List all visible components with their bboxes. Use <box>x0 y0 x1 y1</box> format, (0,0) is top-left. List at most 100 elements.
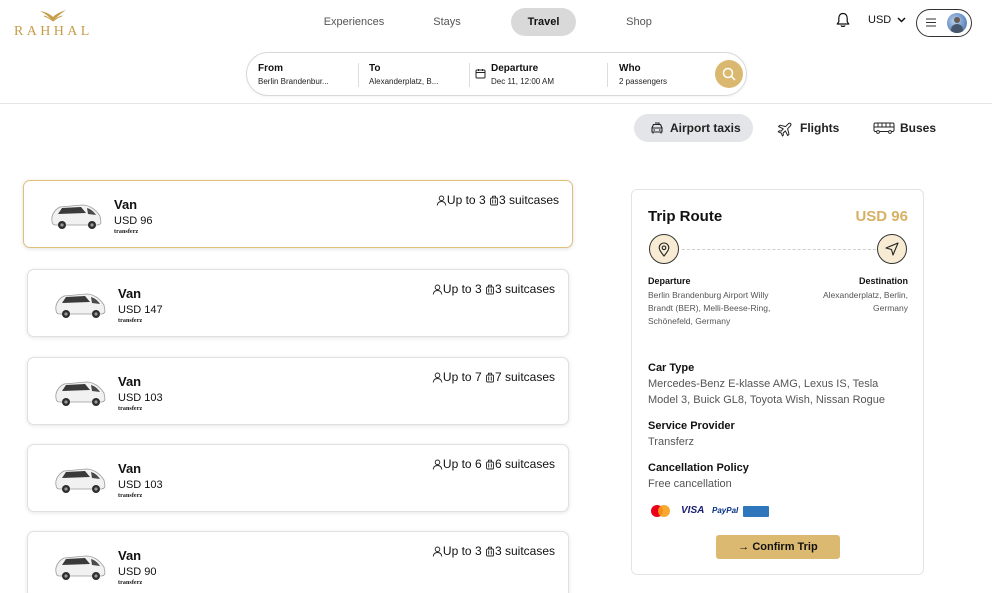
bus-icon <box>873 122 895 134</box>
tab-buses[interactable]: Buses <box>862 114 942 142</box>
from-value: Berlin Brandenbur... <box>258 77 329 86</box>
nav-travel[interactable]: Travel <box>511 8 576 36</box>
departure-label: Departure <box>648 276 691 286</box>
result-price: USD 96 <box>114 215 153 227</box>
from-label: From <box>258 63 283 74</box>
van-image <box>55 381 106 406</box>
from-field[interactable]: From Berlin Brandenbur... <box>258 63 358 87</box>
result-price: USD 103 <box>118 392 163 404</box>
van-image <box>55 555 106 580</box>
result-card-3[interactable]: Van USD 103 transferz Up to 7 7 suitcase… <box>27 357 569 425</box>
confirm-trip-button[interactable]: → Confirm Trip <box>716 535 840 559</box>
paypal-icon: PayPal <box>712 506 739 515</box>
rahhal-logo[interactable]: RAHHAL <box>14 8 94 40</box>
result-card-5[interactable]: Van USD 90 transferz Up to 3 3 suitcases <box>27 531 569 593</box>
provider-logo: transferz <box>118 318 143 324</box>
capacity-text: Up to 3 <box>442 544 482 558</box>
luggage-text: 3 suitcases <box>494 544 555 558</box>
luggage-text: 3 suitcases <box>498 193 559 207</box>
search-icon <box>722 67 736 81</box>
cancellation-policy-value: Free cancellation <box>648 478 732 490</box>
service-provider-value: Transferz <box>648 436 695 448</box>
to-field[interactable]: To Alexanderplatz, B... <box>369 63 469 87</box>
van-image <box>55 293 106 318</box>
departure-value: Dec 11, 12:00 AM <box>491 77 554 86</box>
header: RAHHAL Experiences Stays Travel Shop USD… <box>0 0 992 104</box>
trip-title: Trip Route <box>648 208 723 225</box>
chevron-down-icon <box>897 17 906 23</box>
result-card-1[interactable]: Van USD 96 transferz Up to 3 3 suitcases <box>23 180 573 248</box>
suitcase-icon <box>486 372 494 383</box>
suitcase-icon <box>486 284 494 295</box>
suitcase-icon <box>490 195 498 206</box>
van-image <box>55 468 106 493</box>
taxi-icon <box>651 122 663 134</box>
suitcase-icon <box>486 459 494 470</box>
departure-address: Berlin Brandenburg Airport Willy Brandt … <box>648 290 771 326</box>
result-capacity: Up to 3 3 suitcases <box>432 544 555 558</box>
departure-field[interactable]: Departure Dec 11, 12:00 AM <box>491 63 601 87</box>
navigation-arrow-icon <box>885 242 899 256</box>
result-card-4[interactable]: Van USD 103 transferz Up to 6 6 suitcase… <box>27 444 569 512</box>
suitcase-icon <box>486 546 494 557</box>
currency-selector[interactable]: USD <box>868 14 906 26</box>
provider-logo: transferz <box>118 406 143 412</box>
person-icon <box>432 459 443 470</box>
amex-icon <box>743 506 769 517</box>
result-capacity: Up to 3 3 suitcases <box>432 282 555 296</box>
provider-logo: transferz <box>118 493 143 499</box>
provider-logo: transferz <box>114 229 139 235</box>
to-label: To <box>369 63 381 74</box>
result-price: USD 147 <box>118 304 163 316</box>
result-capacity: Up to 3 3 suitcases <box>436 193 559 207</box>
calendar-icon <box>475 69 486 79</box>
capacity-text: Up to 3 <box>442 282 482 296</box>
result-title: Van <box>118 374 142 389</box>
person-icon <box>432 284 443 295</box>
bell-icon[interactable] <box>836 12 850 28</box>
car-type-label: Car Type <box>648 362 695 374</box>
result-card-2[interactable]: Van USD 147 transferz Up to 3 3 suitcase… <box>27 269 569 337</box>
route-line <box>682 249 876 250</box>
luggage-text: 3 suitcases <box>494 282 555 296</box>
result-price: USD 90 <box>118 566 157 578</box>
departure-label: Departure <box>491 63 539 74</box>
nav-shop[interactable]: Shop <box>604 8 674 36</box>
departure-marker <box>649 234 679 264</box>
result-title: Van <box>118 461 142 476</box>
luggage-text: 7 suitcases <box>494 370 555 384</box>
result-capacity: Up to 7 7 suitcases <box>432 370 555 384</box>
result-title: Van <box>118 286 142 301</box>
destination-address: Alexanderplatz, Berlin, Germany <box>822 290 908 313</box>
person-icon <box>432 372 443 383</box>
provider-logo: transferz <box>118 580 143 586</box>
tab-flights[interactable]: Flights <box>766 114 846 142</box>
bird-logo-icon <box>40 10 66 22</box>
result-title: Van <box>114 197 138 212</box>
capacity-text: Up to 6 <box>442 457 482 471</box>
nav-stays[interactable]: Stays <box>410 8 484 36</box>
service-provider-label: Service Provider <box>648 420 735 432</box>
destination-marker <box>877 234 907 264</box>
person-icon <box>432 546 443 557</box>
trip-total-price: USD 96 <box>855 208 908 225</box>
map-pin-icon <box>658 242 670 257</box>
profile-menu-button[interactable] <box>916 9 972 37</box>
person-icon <box>436 195 447 206</box>
menu-icon <box>926 18 936 27</box>
cancellation-policy-label: Cancellation Policy <box>648 462 749 474</box>
trip-route-panel: Trip Route USD 96 Departure Berlin Brand… <box>631 189 924 575</box>
who-label: Who <box>619 63 641 74</box>
visa-icon: VISA <box>681 505 705 516</box>
result-capacity: Up to 6 6 suitcases <box>432 457 555 471</box>
currency-label: USD <box>868 14 892 26</box>
tab-airport-taxis[interactable]: Airport taxis <box>634 114 753 142</box>
search-button[interactable] <box>715 60 743 88</box>
nav-experiences[interactable]: Experiences <box>309 8 399 36</box>
avatar <box>947 13 967 33</box>
airplane-icon <box>777 122 792 137</box>
tab-buses-label: Buses <box>900 121 937 135</box>
result-title: Van <box>118 548 142 563</box>
search-bar: From Berlin Brandenbur... To Alexanderpl… <box>246 52 747 96</box>
who-field[interactable]: Who 2 passengers <box>619 63 709 87</box>
